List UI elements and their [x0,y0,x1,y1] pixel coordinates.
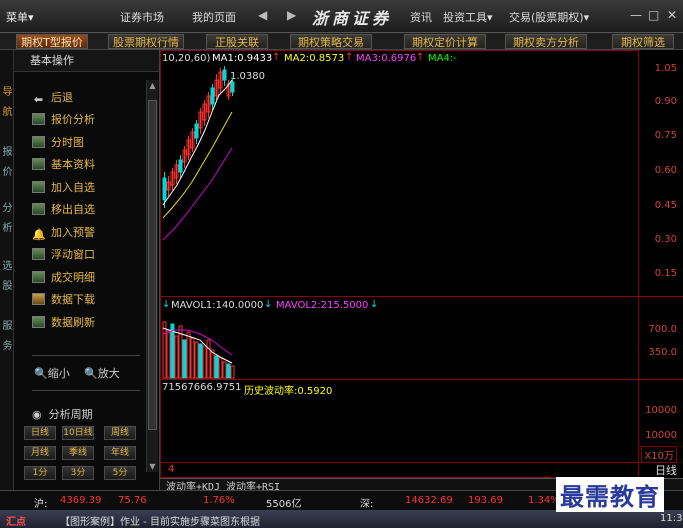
sh-pct: 1.76% [203,495,235,506]
sz-index: 14632.69 [405,495,453,506]
volume-bar [214,355,219,379]
volume-bar [194,341,199,379]
volume-bar [222,361,227,379]
candle-body [210,87,215,105]
sz-label: 深: [360,499,374,510]
sz-pct: 1.34% [528,495,560,506]
sh-index: 4369.39 [60,495,102,506]
volume-bar [198,343,203,379]
sh-volume: 5506亿 [266,499,302,510]
candle-body [178,159,183,173]
candlestick-chart [162,66,235,379]
taskbar-window[interactable]: 【图形案例】作业 - 目前实施步骤菜图东根据 [60,513,260,528]
volume-bar [210,349,215,379]
os-taskbar: 汇点 【图形案例】作业 - 目前实施步骤菜图东根据 11:3 [0,510,683,528]
taskbar-clock: 11:3 [660,513,683,524]
volume-bar [170,323,175,379]
volume-bar [202,345,207,379]
sh-label: 沪: [34,499,48,510]
watermark-logo: 最需教育 [556,477,664,512]
start-button[interactable]: 汇点 [6,513,26,528]
candle-body [230,81,235,93]
volume-bar [166,329,171,379]
volume-bar [162,321,167,379]
candle-body [194,123,199,139]
volume-bar [190,337,195,379]
candle-body [162,177,167,201]
volume-bar [186,331,191,379]
volume-bar [182,339,187,379]
sh-change: 75.76 [118,495,147,506]
volume-bar [218,357,223,379]
volume-bar [230,365,235,379]
ma3-line [162,147,233,241]
ma1-line [162,79,233,206]
sz-change: 193.69 [468,495,503,506]
volume-bar [226,363,231,379]
candle-body [222,69,227,81]
volume-bar [174,335,179,379]
volume-bar [206,339,211,379]
